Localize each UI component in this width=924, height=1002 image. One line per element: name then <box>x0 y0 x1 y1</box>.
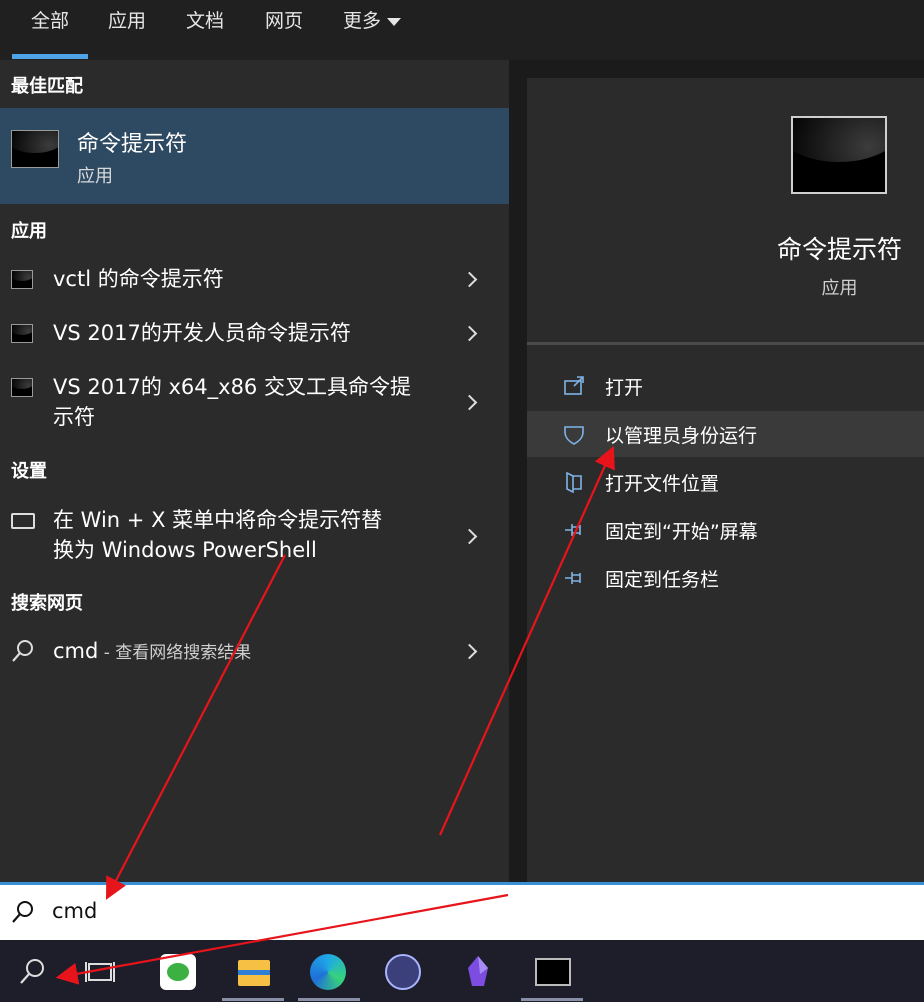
arrow-to-run-as-admin <box>438 445 615 836</box>
annotation-arrows <box>55 445 615 985</box>
arrow-to-taskbar-search <box>55 893 509 985</box>
arrow-to-search-bar <box>105 554 286 900</box>
